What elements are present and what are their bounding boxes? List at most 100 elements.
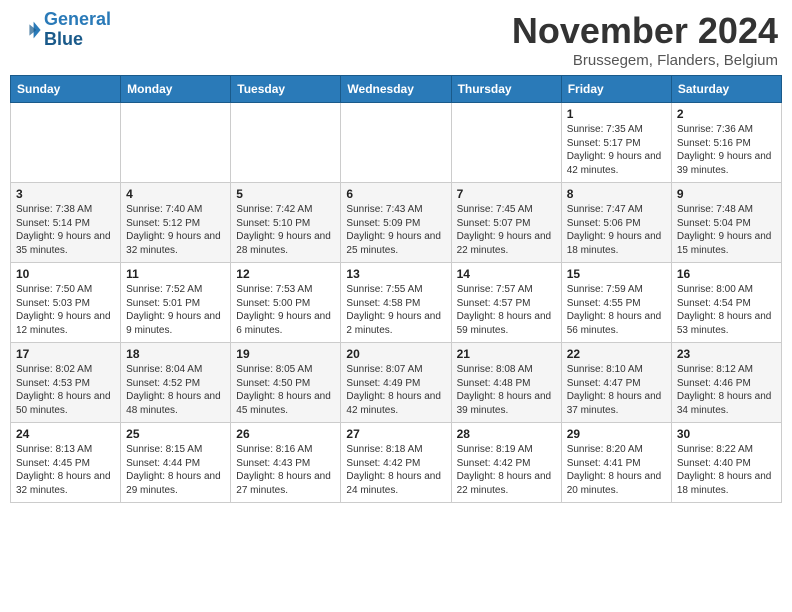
- weekday-header-wednesday: Wednesday: [341, 76, 451, 103]
- day-info: Sunrise: 8:02 AM Sunset: 4:53 PM Dayligh…: [16, 363, 115, 417]
- day-cell: 7Sunrise: 7:45 AM Sunset: 5:07 PM Daylig…: [451, 183, 561, 263]
- day-number: 23: [677, 347, 776, 361]
- day-number: 8: [567, 187, 666, 201]
- day-cell: 16 Sunrise: 8:00 AM Sunset: 4:54 PM Dayli…: [671, 263, 781, 343]
- day-number: 25: [126, 427, 225, 441]
- day-cell: [451, 103, 561, 183]
- day-info: Sunrise: 8:04 AM Sunset: 4:52 PM Dayligh…: [126, 363, 225, 417]
- day-number: 6: [346, 187, 445, 201]
- page-header: General Blue November 2024 Brussegem, Fl…: [10, 10, 782, 69]
- week-row-4: 17 Sunrise: 8:02 AM Sunset: 4:53 PM Dayli…: [11, 343, 782, 423]
- day-info: Sunrise: 8:22 AM Sunset: 4:40 PM Dayligh…: [677, 443, 776, 497]
- day-info: Sunrise: 7:45 AM Sunset: 5:07 PM Dayligh…: [457, 203, 556, 257]
- day-cell: [231, 103, 341, 183]
- calendar-table: SundayMondayTuesdayWednesdayThursdayFrid…: [10, 75, 782, 503]
- day-cell: 1 Sunrise: 7:35 AM Sunset: 5:17 PM Daylig…: [561, 103, 671, 183]
- day-info: Sunrise: 8:16 AM Sunset: 4:43 PM Dayligh…: [236, 443, 335, 497]
- day-number: 2: [677, 107, 776, 121]
- day-number: 27: [346, 427, 445, 441]
- day-number: 29: [567, 427, 666, 441]
- weekday-header-saturday: Saturday: [671, 76, 781, 103]
- day-number: 5: [236, 187, 335, 201]
- day-info: Sunrise: 8:12 AM Sunset: 4:46 PM Dayligh…: [677, 363, 776, 417]
- day-cell: 25 Sunrise: 8:15 AM Sunset: 4:44 PM Dayli…: [121, 423, 231, 503]
- weekday-header-sunday: Sunday: [11, 76, 121, 103]
- day-cell: 5 Sunrise: 7:42 AM Sunset: 5:10 PM Daylig…: [231, 183, 341, 263]
- day-cell: [11, 103, 121, 183]
- day-cell: 29 Sunrise: 8:20 AM Sunset: 4:41 PM Dayli…: [561, 423, 671, 503]
- day-cell: 6 Sunrise: 7:43 AM Sunset: 5:09 PM Daylig…: [341, 183, 451, 263]
- day-cell: 24 Sunrise: 8:13 AM Sunset: 4:45 PM Dayli…: [11, 423, 121, 503]
- day-number: 11: [126, 267, 225, 281]
- day-number: 10: [16, 267, 115, 281]
- day-cell: 10 Sunrise: 7:50 AM Sunset: 5:03 PM Dayli…: [11, 263, 121, 343]
- day-cell: 3 Sunrise: 7:38 AM Sunset: 5:14 PM Daylig…: [11, 183, 121, 263]
- day-number: 15: [567, 267, 666, 281]
- day-number: 1: [567, 107, 666, 121]
- day-info: Sunrise: 7:35 AM Sunset: 5:17 PM Dayligh…: [567, 123, 666, 177]
- day-number: 12: [236, 267, 335, 281]
- day-number: 16: [677, 267, 776, 281]
- weekday-header-monday: Monday: [121, 76, 231, 103]
- title-block: November 2024 Brussegem, Flanders, Belgi…: [512, 10, 778, 69]
- day-info: Sunrise: 8:00 AM Sunset: 4:54 PM Dayligh…: [677, 283, 776, 337]
- day-info: Sunrise: 8:20 AM Sunset: 4:41 PM Dayligh…: [567, 443, 666, 497]
- day-cell: 21Sunrise: 8:08 AM Sunset: 4:48 PM Dayli…: [451, 343, 561, 423]
- day-cell: 11 Sunrise: 7:52 AM Sunset: 5:01 PM Dayli…: [121, 263, 231, 343]
- day-number: 3: [16, 187, 115, 201]
- day-number: 19: [236, 347, 335, 361]
- day-cell: 19Sunrise: 8:05 AM Sunset: 4:50 PM Dayli…: [231, 343, 341, 423]
- logo-icon: [14, 16, 42, 44]
- day-cell: 14 Sunrise: 7:57 AM Sunset: 4:57 PM Dayli…: [451, 263, 561, 343]
- day-info: Sunrise: 7:59 AM Sunset: 4:55 PM Dayligh…: [567, 283, 666, 337]
- day-number: 26: [236, 427, 335, 441]
- week-row-2: 3 Sunrise: 7:38 AM Sunset: 5:14 PM Daylig…: [11, 183, 782, 263]
- day-number: 28: [457, 427, 556, 441]
- day-info: Sunrise: 7:47 AM Sunset: 5:06 PM Dayligh…: [567, 203, 666, 257]
- day-number: 24: [16, 427, 115, 441]
- day-cell: 15 Sunrise: 7:59 AM Sunset: 4:55 PM Dayli…: [561, 263, 671, 343]
- day-cell: 23 Sunrise: 8:12 AM Sunset: 4:46 PM Dayli…: [671, 343, 781, 423]
- day-info: Sunrise: 7:57 AM Sunset: 4:57 PM Dayligh…: [457, 283, 556, 337]
- month-title: November 2024: [512, 10, 778, 52]
- day-info: Sunrise: 8:13 AM Sunset: 4:45 PM Dayligh…: [16, 443, 115, 497]
- day-info: Sunrise: 7:36 AM Sunset: 5:16 PM Dayligh…: [677, 123, 776, 177]
- week-row-3: 10 Sunrise: 7:50 AM Sunset: 5:03 PM Dayli…: [11, 263, 782, 343]
- day-number: 17: [16, 347, 115, 361]
- day-info: Sunrise: 7:42 AM Sunset: 5:10 PM Dayligh…: [236, 203, 335, 257]
- day-number: 20: [346, 347, 445, 361]
- day-number: 14: [457, 267, 556, 281]
- day-number: 4: [126, 187, 225, 201]
- day-cell: 26 Sunrise: 8:16 AM Sunset: 4:43 PM Dayli…: [231, 423, 341, 503]
- day-cell: 17 Sunrise: 8:02 AM Sunset: 4:53 PM Dayli…: [11, 343, 121, 423]
- week-row-5: 24 Sunrise: 8:13 AM Sunset: 4:45 PM Dayli…: [11, 423, 782, 503]
- weekday-header-friday: Friday: [561, 76, 671, 103]
- day-cell: 13Sunrise: 7:55 AM Sunset: 4:58 PM Dayli…: [341, 263, 451, 343]
- weekday-header-tuesday: Tuesday: [231, 76, 341, 103]
- day-info: Sunrise: 7:48 AM Sunset: 5:04 PM Dayligh…: [677, 203, 776, 257]
- day-cell: 28 Sunrise: 8:19 AM Sunset: 4:42 PM Dayli…: [451, 423, 561, 503]
- day-cell: 2 Sunrise: 7:36 AM Sunset: 5:16 PM Daylig…: [671, 103, 781, 183]
- day-info: Sunrise: 7:50 AM Sunset: 5:03 PM Dayligh…: [16, 283, 115, 337]
- day-cell: 4Sunrise: 7:40 AM Sunset: 5:12 PM Daylig…: [121, 183, 231, 263]
- day-cell: [121, 103, 231, 183]
- weekday-header-thursday: Thursday: [451, 76, 561, 103]
- logo-text: General Blue: [44, 10, 111, 50]
- day-info: Sunrise: 7:43 AM Sunset: 5:09 PM Dayligh…: [346, 203, 445, 257]
- day-info: Sunrise: 8:18 AM Sunset: 4:42 PM Dayligh…: [346, 443, 445, 497]
- day-cell: 30 Sunrise: 8:22 AM Sunset: 4:40 PM Dayli…: [671, 423, 781, 503]
- day-info: Sunrise: 8:19 AM Sunset: 4:42 PM Dayligh…: [457, 443, 556, 497]
- day-info: Sunrise: 7:53 AM Sunset: 5:00 PM Dayligh…: [236, 283, 335, 337]
- day-number: 30: [677, 427, 776, 441]
- day-cell: 27 Sunrise: 8:18 AM Sunset: 4:42 PM Dayli…: [341, 423, 451, 503]
- day-info: Sunrise: 7:38 AM Sunset: 5:14 PM Dayligh…: [16, 203, 115, 257]
- day-cell: [341, 103, 451, 183]
- day-cell: 8 Sunrise: 7:47 AM Sunset: 5:06 PM Daylig…: [561, 183, 671, 263]
- day-cell: 20 Sunrise: 8:07 AM Sunset: 4:49 PM Dayli…: [341, 343, 451, 423]
- day-info: Sunrise: 8:15 AM Sunset: 4:44 PM Dayligh…: [126, 443, 225, 497]
- day-cell: 18 Sunrise: 8:04 AM Sunset: 4:52 PM Dayli…: [121, 343, 231, 423]
- day-cell: 22Sunrise: 8:10 AM Sunset: 4:47 PM Dayli…: [561, 343, 671, 423]
- day-info: Sunrise: 8:07 AM Sunset: 4:49 PM Dayligh…: [346, 363, 445, 417]
- day-number: 18: [126, 347, 225, 361]
- day-info: Sunrise: 7:52 AM Sunset: 5:01 PM Dayligh…: [126, 283, 225, 337]
